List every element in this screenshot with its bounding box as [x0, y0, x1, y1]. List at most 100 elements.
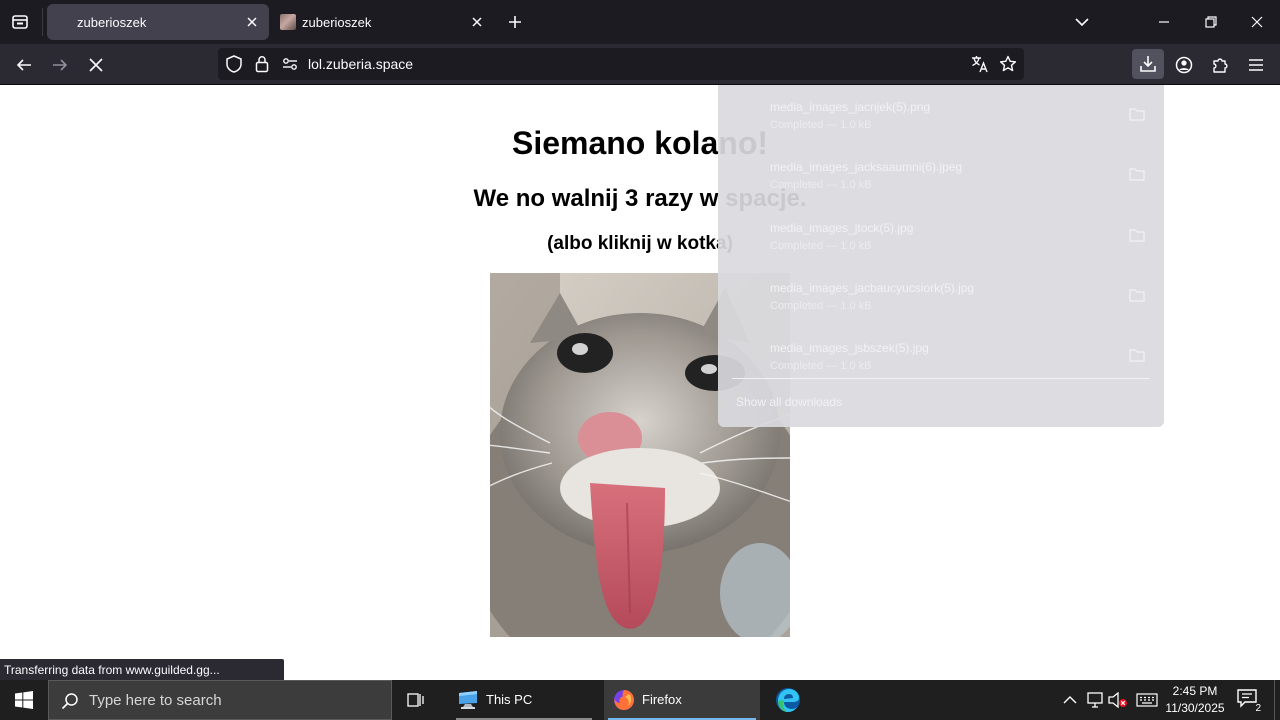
- firefox-view-button[interactable]: [8, 10, 32, 34]
- chevron-down-icon: [1075, 18, 1089, 27]
- tracking-protection-button[interactable]: [224, 54, 244, 74]
- download-status: Completed — 1.0 kB: [770, 119, 872, 131]
- minimize-button[interactable]: [1150, 8, 1178, 36]
- site-security-button[interactable]: [252, 54, 272, 74]
- task-view-icon: [407, 693, 424, 707]
- shield-icon: [226, 55, 242, 73]
- download-item[interactable]: media_images_jsbszek(5).jpg Completed — …: [718, 332, 1164, 392]
- arrow-right-icon: [53, 59, 68, 71]
- download-item[interactable]: media_images_jacnjek(5).png Completed — …: [718, 91, 1164, 151]
- start-button[interactable]: [0, 680, 48, 720]
- restore-button[interactable]: [1197, 8, 1225, 36]
- extensions-button[interactable]: [1206, 51, 1234, 79]
- windows-taskbar: Type here to search This PC Firefox 2:45…: [0, 680, 1280, 720]
- folder-icon: [1129, 108, 1145, 121]
- windows-logo-icon: [15, 691, 33, 709]
- downloads-divider: [732, 378, 1150, 379]
- close-icon: [1251, 16, 1263, 28]
- bookmark-button[interactable]: [998, 54, 1018, 74]
- volume-button[interactable]: [1108, 690, 1128, 710]
- restore-icon: [1205, 16, 1217, 28]
- url-bar[interactable]: lol.zuberia.space: [218, 48, 1024, 80]
- download-filename: media_images_jtock(5).jpg: [770, 221, 914, 235]
- taskbar-search[interactable]: Type here to search: [48, 680, 392, 720]
- navigation-toolbar: lol.zuberia.space: [0, 44, 1280, 85]
- app-menu-button[interactable]: [1242, 51, 1270, 79]
- network-button[interactable]: [1085, 690, 1105, 710]
- arrow-left-icon: [16, 59, 31, 71]
- show-in-folder-button[interactable]: [1128, 165, 1146, 183]
- show-all-downloads-link[interactable]: Show all downloads: [736, 395, 842, 409]
- downloads-panel: media_images_jacnjek(5).png Completed — …: [718, 85, 1164, 427]
- task-view-button[interactable]: [396, 680, 436, 720]
- show-desktop-button[interactable]: [1274, 680, 1280, 720]
- computer-icon: [459, 691, 477, 709]
- show-in-folder-button[interactable]: [1128, 105, 1146, 123]
- list-all-tabs-button[interactable]: [1070, 10, 1094, 34]
- download-filename: media_images_jacksaaumni(6).jpeg: [770, 160, 963, 174]
- download-filename: media_images_jacbaucyucsiork(5).jpg: [770, 281, 975, 295]
- folder-icon: [1129, 168, 1145, 181]
- url-text[interactable]: lol.zuberia.space: [308, 56, 413, 72]
- tab-active[interactable]: zuberioszek: [47, 4, 269, 40]
- plus-icon: [509, 16, 521, 28]
- edge-icon[interactable]: [774, 686, 802, 714]
- volume-muted-icon: [1108, 692, 1127, 708]
- taskbar-app-this-pc[interactable]: This PC: [448, 680, 600, 720]
- stop-loading-button[interactable]: [82, 51, 110, 79]
- tab-separator: [42, 8, 43, 36]
- download-status: Completed — 1.0 kB: [770, 300, 872, 312]
- download-item[interactable]: media_images_jacksaaumni(6).jpeg Complet…: [718, 151, 1164, 211]
- new-tab-button[interactable]: [503, 10, 527, 34]
- system-clock[interactable]: 2:45 PM 11/30/2025: [1162, 683, 1228, 717]
- lock-icon: [255, 56, 269, 73]
- download-status: Completed — 1.0 kB: [770, 179, 872, 191]
- translate-button[interactable]: [970, 54, 990, 74]
- permissions-button[interactable]: [280, 54, 300, 74]
- taskbar-app-label: Firefox: [642, 692, 682, 707]
- tab-title: zuberioszek: [302, 15, 372, 30]
- clock-date: 11/30/2025: [1165, 701, 1225, 715]
- show-in-folder-button[interactable]: [1128, 286, 1146, 304]
- clock-time: 2:45 PM: [1172, 684, 1218, 698]
- sliders-icon: [283, 58, 297, 70]
- show-in-folder-button[interactable]: [1128, 226, 1146, 244]
- notification-count-badge: 2: [1252, 703, 1264, 714]
- close-icon: [89, 58, 103, 72]
- minimize-icon: [1159, 21, 1169, 23]
- network-icon: [1087, 692, 1103, 708]
- folder-icon: [1129, 349, 1145, 362]
- account-button[interactable]: [1170, 51, 1198, 79]
- downloads-button[interactable]: [1132, 49, 1164, 79]
- close-window-button[interactable]: [1243, 8, 1271, 36]
- download-filename: media_images_jsbszek(5).jpg: [770, 341, 929, 355]
- tab-close-button[interactable]: [468, 13, 486, 31]
- back-button[interactable]: [10, 51, 38, 79]
- firefox-view-icon: [12, 15, 28, 29]
- star-icon: [999, 55, 1017, 72]
- download-item[interactable]: media_images_jtock(5).jpg Completed — 1.…: [718, 212, 1164, 272]
- keyboard-icon: [1136, 693, 1158, 707]
- folder-icon: [1129, 289, 1145, 302]
- taskbar-app-firefox[interactable]: Firefox: [604, 680, 760, 720]
- input-method-button[interactable]: [1135, 690, 1159, 710]
- tab-bar: zuberioszek zuberioszek: [0, 0, 1280, 44]
- show-in-folder-button[interactable]: [1128, 346, 1146, 364]
- search-icon: [61, 693, 78, 710]
- show-hidden-icons-button[interactable]: [1060, 690, 1080, 710]
- tab-close-button[interactable]: [243, 13, 261, 31]
- translate-icon: [972, 56, 988, 73]
- close-icon: [472, 17, 482, 27]
- cat-favicon-icon: [280, 14, 296, 30]
- tab-inactive[interactable]: zuberioszek: [272, 4, 494, 40]
- action-center-button[interactable]: 2: [1236, 688, 1264, 714]
- download-status: Completed — 1.0 kB: [770, 360, 872, 372]
- download-item[interactable]: media_images_jacbaucyucsiork(5).jpg Comp…: [718, 272, 1164, 332]
- account-icon: [1175, 56, 1193, 74]
- search-placeholder: Type here to search: [89, 692, 222, 709]
- status-bar: Transferring data from www.guilded.gg...: [0, 659, 284, 680]
- folder-icon: [1129, 229, 1145, 242]
- puzzle-icon: [1213, 58, 1228, 73]
- download-filename: media_images_jacnjek(5).png: [770, 100, 931, 114]
- forward-button[interactable]: [46, 51, 74, 79]
